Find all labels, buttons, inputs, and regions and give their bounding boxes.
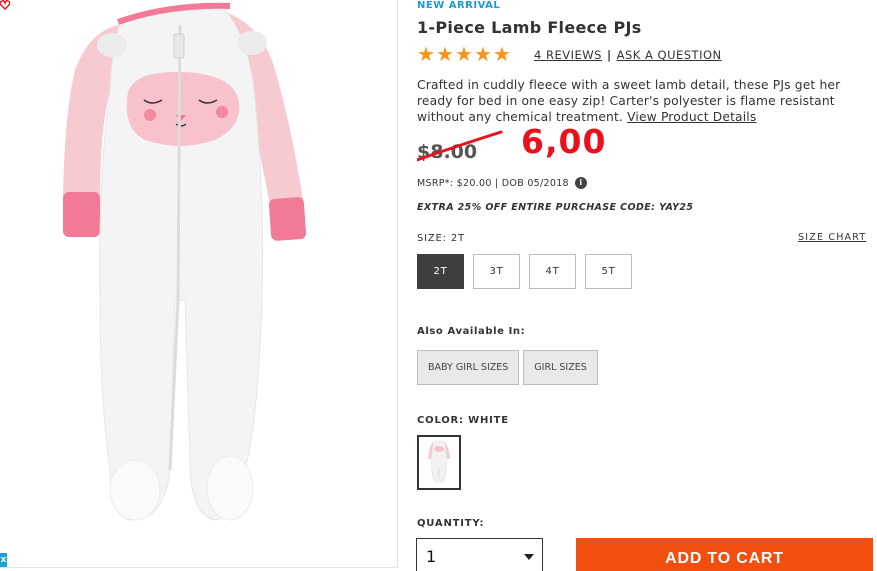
color-swatch-white[interactable] (417, 435, 461, 490)
ask-question-link[interactable]: ASK A QUESTION (617, 48, 722, 62)
new-arrival-label: NEW ARRIVAL (417, 0, 501, 11)
size-option-2t[interactable]: 2T (417, 254, 464, 289)
star-icon: ★ (493, 42, 511, 66)
reviews-link[interactable]: 4 REVIEWS (534, 48, 602, 62)
size-chart-link[interactable]: SIZE CHART (798, 232, 866, 243)
product-description: Crafted in cuddly fleece with a sweet la… (417, 77, 867, 125)
product-title: 1-Piece Lamb Fleece PJs (417, 18, 642, 37)
size-label: SIZE: 2T (417, 233, 465, 244)
swatch-thumbnail (428, 440, 450, 483)
msrp-text: MSRP*: $20.00 | DOB 05/2018 (417, 177, 569, 189)
product-image[interactable] (0, 0, 398, 568)
reviews-row: 4 REVIEWS | ASK A QUESTION (534, 48, 722, 62)
product-image-pane: x (0, 0, 398, 568)
chevron-down-icon (524, 554, 534, 560)
size-options: 2T 3T 4T 5T (417, 254, 632, 289)
star-icon: ★ (436, 42, 454, 66)
separator: | (606, 48, 612, 62)
color-label: COLOR: WHITE (417, 415, 509, 426)
add-to-cart-button[interactable]: ADD TO CART (576, 538, 873, 571)
quantity-label: QUANTITY: (417, 518, 485, 529)
also-available-label: Also Available In: (417, 326, 526, 337)
heart-icon[interactable] (0, 0, 10, 10)
star-icon: ★ (474, 42, 492, 66)
handwritten-sale-price: 6,00 (521, 122, 607, 161)
size-option-5t[interactable]: 5T (585, 254, 632, 289)
view-details-link[interactable]: View Product Details (627, 110, 756, 124)
size-option-4t[interactable]: 4T (529, 254, 576, 289)
girl-sizes-button[interactable]: GIRL SIZES (523, 350, 598, 385)
promo-code: EXTRA 25% OFF ENTIRE PURCHASE CODE: YAY2… (417, 202, 694, 213)
rating-stars[interactable]: ★ ★ ★ ★ ★ (417, 43, 512, 65)
star-icon: ★ (417, 42, 435, 66)
quantity-value: 1 (426, 547, 437, 566)
star-icon: ★ (455, 42, 473, 66)
baby-girl-sizes-button[interactable]: BABY GIRL SIZES (417, 350, 520, 385)
also-available-options: BABY GIRL SIZES GIRL SIZES (417, 350, 598, 385)
size-option-3t[interactable]: 3T (473, 254, 520, 289)
msrp-line: MSRP*: $20.00 | DOB 05/2018 i (417, 177, 587, 189)
info-icon[interactable]: i (574, 177, 587, 189)
quantity-select[interactable]: 1 (416, 538, 543, 571)
close-icon[interactable]: x (0, 553, 7, 567)
price-strikethrough (417, 130, 503, 162)
